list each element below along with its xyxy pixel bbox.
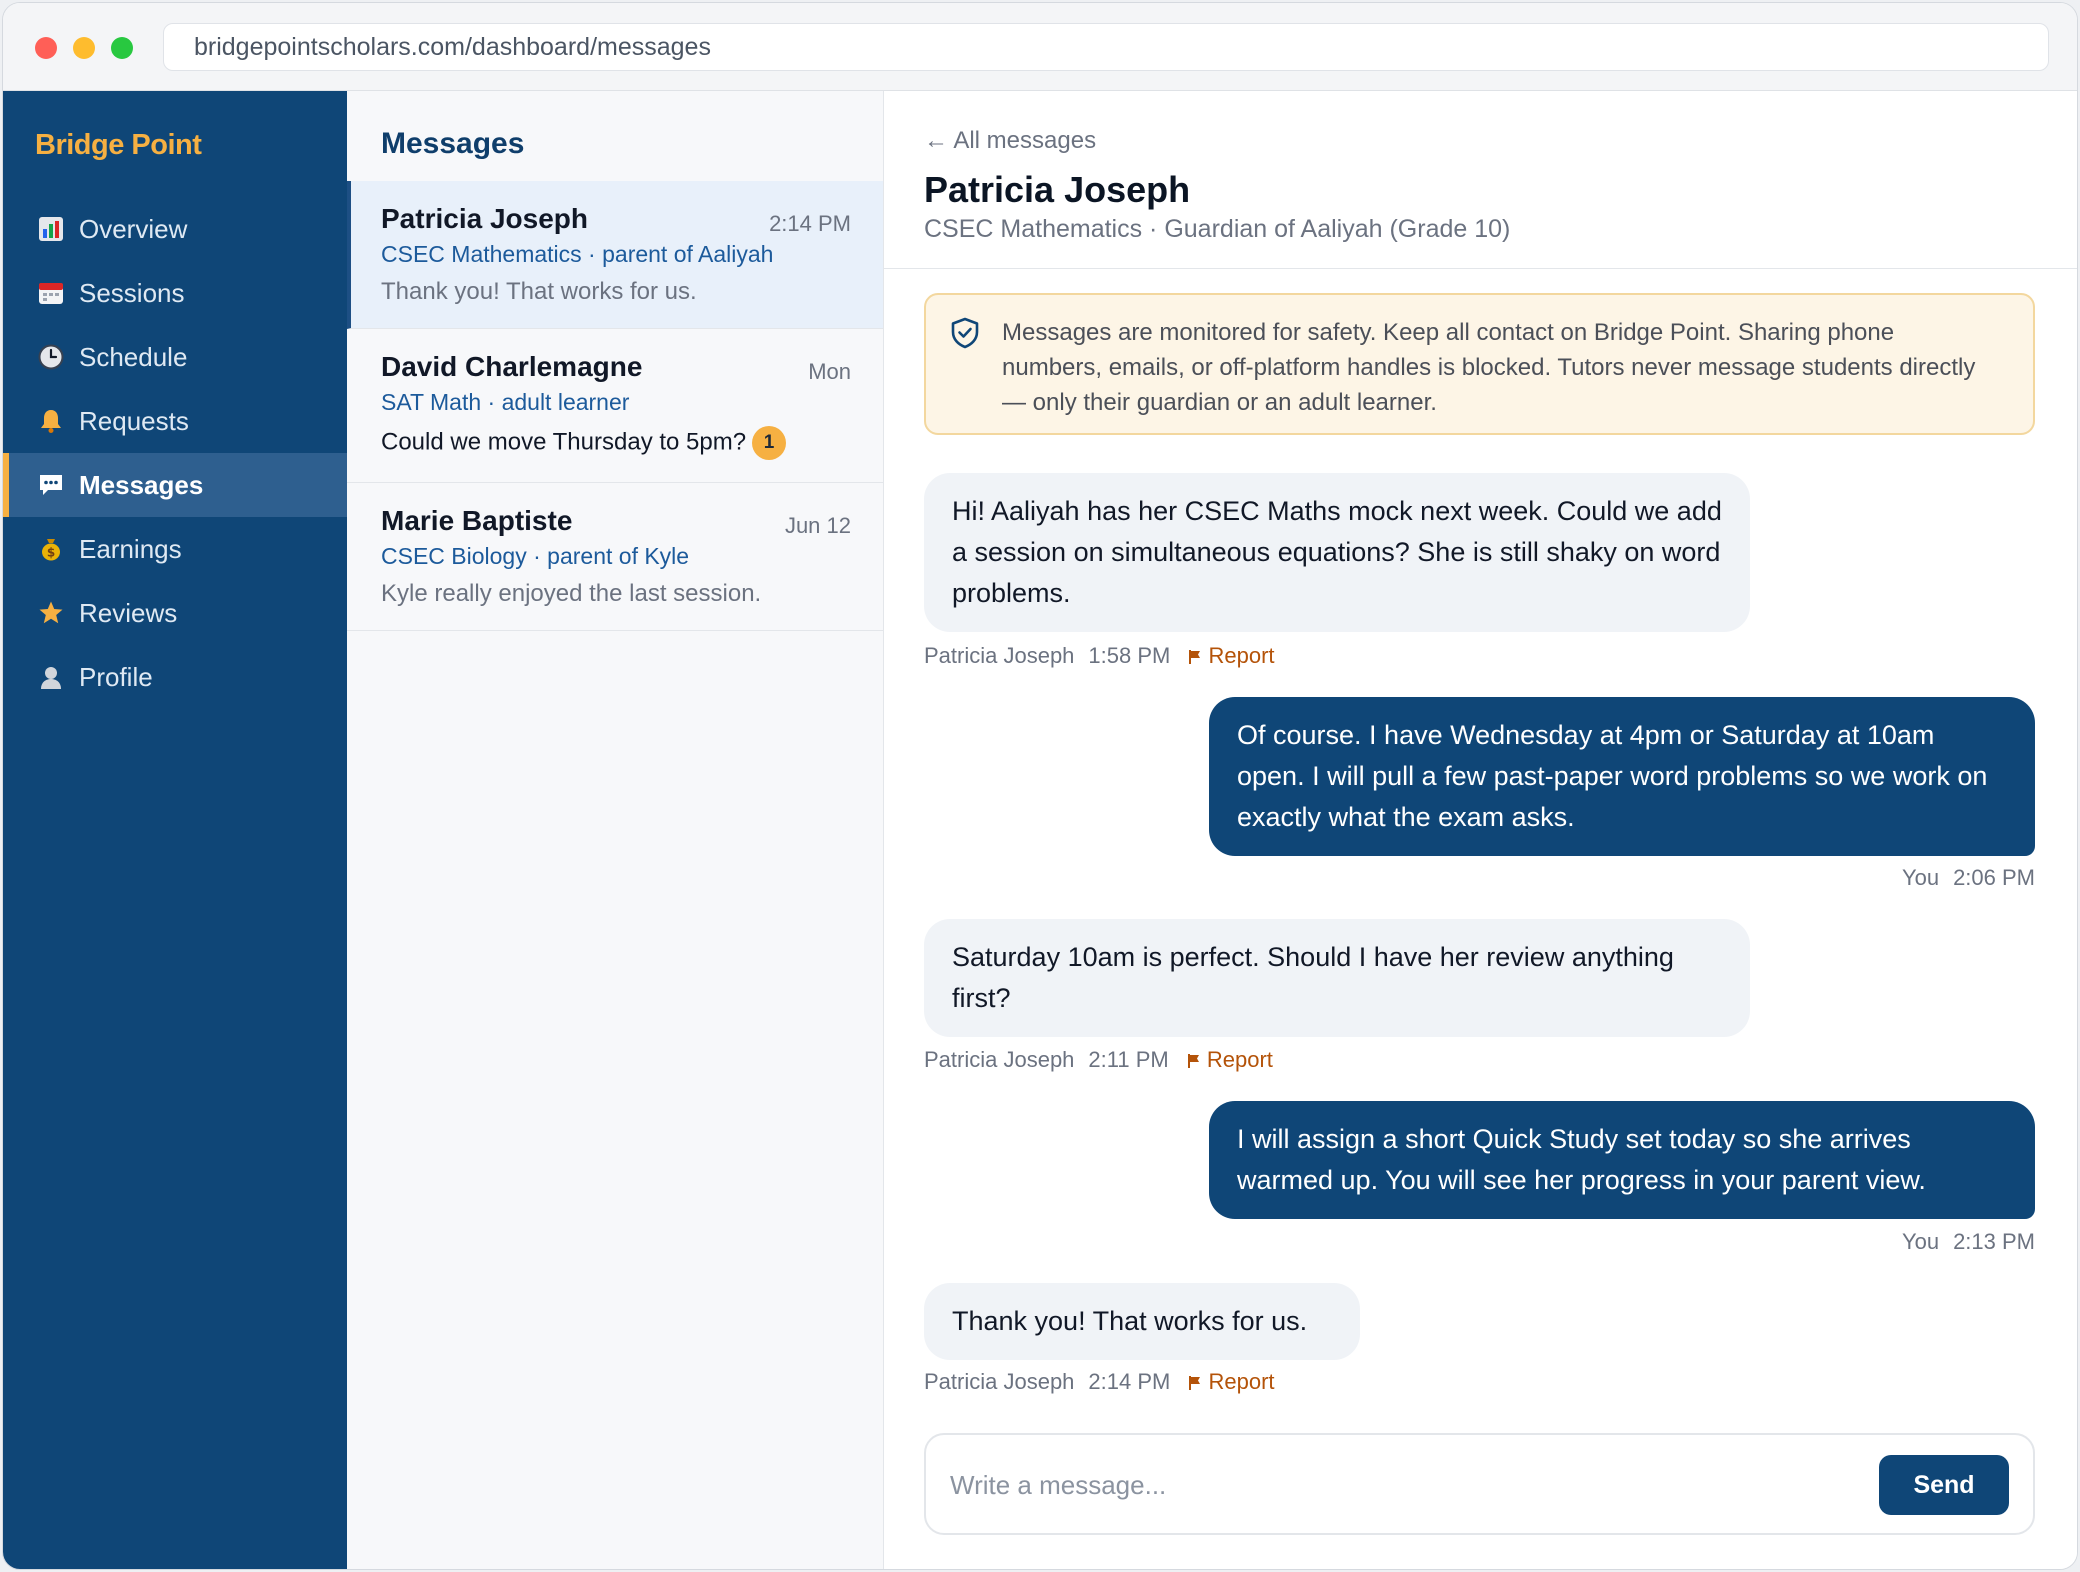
- message-meta: Patricia Joseph 1:58 PM Report: [924, 643, 1275, 669]
- brand-logo[interactable]: Bridge Point: [35, 129, 202, 162]
- thread-list: Patricia Joseph 2:14 PM CSEC Mathematics…: [347, 181, 883, 631]
- report-label: Report: [1206, 1047, 1273, 1072]
- conversation-panel: ← All messages Patricia Joseph CSEC Math…: [884, 91, 2077, 1569]
- conversation-header: ← All messages Patricia Joseph CSEC Math…: [884, 91, 2077, 269]
- message-list-title: Messages: [381, 127, 525, 160]
- sidebar-item-label: Overview: [79, 213, 188, 244]
- svg-text:$: $: [47, 546, 55, 560]
- message-time: 2:13 PM: [1953, 1229, 2035, 1254]
- sidebar-nav: Overview Sessions Schedule Requests Mess…: [3, 197, 347, 709]
- message-bubble-incoming: Saturday 10am is perfect. Should I have …: [924, 919, 1750, 1037]
- browser-chrome: bridgepointscholars.com/dashboard/messag…: [3, 3, 2077, 91]
- thread-preview: Could we move Thursday to 5pm?: [381, 428, 747, 456]
- bell-icon: [37, 407, 65, 435]
- thread-time: Mon: [808, 359, 851, 384]
- sidebar-item-schedule[interactable]: Schedule: [3, 325, 347, 389]
- browser-window: bridgepointscholars.com/dashboard/messag…: [2, 2, 2078, 1570]
- thread-time: 2:14 PM: [769, 211, 851, 236]
- sidebar-item-sessions[interactable]: Sessions: [3, 261, 347, 325]
- sidebar: Bridge Point Overview Sessions Schedule: [3, 91, 347, 1569]
- message-time: 2:11 PM: [1088, 1047, 1169, 1072]
- sidebar-item-label: Reviews: [79, 597, 178, 628]
- message-meta: Patricia Joseph 2:11 PM Report: [924, 1047, 1273, 1073]
- message-sender: You: [1901, 1229, 1940, 1254]
- sidebar-item-label: Sessions: [79, 277, 185, 308]
- thread-item-david-charlemagne[interactable]: David Charlemagne Mon SAT Math · adult l…: [347, 329, 883, 483]
- message-input[interactable]: [950, 1455, 1850, 1515]
- sidebar-item-reviews[interactable]: Reviews: [3, 581, 347, 645]
- message-bubble-outgoing: I will assign a short Quick Study set to…: [1209, 1101, 2035, 1219]
- window-close-button[interactable]: [35, 37, 57, 59]
- report-label: Report: [1208, 643, 1275, 668]
- thread-subject: CSEC Mathematics · parent of Aaliyah: [381, 241, 774, 267]
- message-sender: Patricia Joseph: [924, 1369, 1075, 1394]
- safety-notice-text: Messages are monitored for safety. Keep …: [1002, 319, 1976, 416]
- unread-badge: 1: [752, 426, 787, 460]
- user-icon: [37, 663, 65, 691]
- message-list-panel: Messages Patricia Joseph 2:14 PM CSEC Ma…: [347, 91, 884, 1569]
- bar-chart-icon: [37, 215, 65, 243]
- shield-check-icon: [950, 317, 980, 349]
- message-bubble-incoming: Hi! Aaliyah has her CSEC Maths mock next…: [924, 473, 1750, 632]
- thread-preview: Thank you! That works for us.: [381, 278, 697, 305]
- sidebar-item-label: Profile: [79, 661, 153, 692]
- message-sender: Patricia Joseph: [924, 1047, 1075, 1072]
- flag-icon: [1189, 650, 1201, 664]
- sidebar-item-earnings[interactable]: $ Earnings: [3, 517, 347, 581]
- sidebar-item-requests[interactable]: Requests: [3, 389, 347, 453]
- message-meta: You 2:06 PM: [1902, 865, 2035, 891]
- sidebar-item-label: Schedule: [79, 341, 188, 372]
- window-maximize-button[interactable]: [111, 37, 133, 59]
- window-minimize-button[interactable]: [73, 37, 95, 59]
- message-bubble-outgoing: Of course. I have Wednesday at 4pm or Sa…: [1209, 697, 2035, 856]
- thread-time: Jun 12: [784, 513, 851, 538]
- message-sender: Patricia Joseph: [924, 643, 1075, 668]
- thread-name: Marie Baptiste: [381, 505, 573, 536]
- all-messages-link[interactable]: ← All messages: [924, 127, 1096, 155]
- sidebar-item-messages[interactable]: Messages: [3, 453, 347, 517]
- conversation-contact-name: Patricia Joseph: [924, 169, 1191, 210]
- thread-preview: Kyle really enjoyed the last session.: [381, 580, 762, 607]
- message-time: 1:58 PM: [1088, 643, 1171, 668]
- flag-icon: [1187, 1054, 1199, 1068]
- report-label: Report: [1208, 1369, 1275, 1394]
- star-icon: [37, 599, 65, 627]
- chat-icon: [37, 471, 65, 499]
- message-composer: Send: [924, 1433, 2035, 1535]
- message-time: 2:06 PM: [1953, 865, 2035, 890]
- message-time: 2:14 PM: [1088, 1369, 1171, 1394]
- sidebar-item-label: Messages: [79, 469, 204, 500]
- thread-subject: CSEC Biology · parent of Kyle: [381, 543, 690, 569]
- thread-name: David Charlemagne: [381, 351, 643, 382]
- report-button[interactable]: Report: [1188, 643, 1275, 668]
- message-meta: You 2:13 PM: [1902, 1229, 2035, 1255]
- send-button[interactable]: Send: [1879, 1455, 2009, 1515]
- address-bar[interactable]: bridgepointscholars.com/dashboard/messag…: [163, 23, 2049, 71]
- message-sender: You: [1901, 865, 1940, 890]
- report-button[interactable]: Report: [1188, 1369, 1275, 1394]
- thread-item-marie-baptiste[interactable]: Marie Baptiste Jun 12 CSEC Biology · par…: [347, 483, 883, 631]
- flag-icon: [1189, 1376, 1201, 1390]
- message-meta: Patricia Joseph 2:14 PM Report: [924, 1369, 1275, 1395]
- sidebar-item-overview[interactable]: Overview: [3, 197, 347, 261]
- sidebar-item-label: Earnings: [79, 533, 182, 564]
- thread-subject: SAT Math · adult learner: [381, 389, 630, 415]
- safety-notice: Messages are monitored for safety. Keep …: [924, 293, 2035, 435]
- money-bag-icon: $: [37, 535, 65, 563]
- thread-item-patricia-joseph[interactable]: Patricia Joseph 2:14 PM CSEC Mathematics…: [347, 181, 883, 329]
- calendar-icon: [37, 279, 65, 307]
- sidebar-item-profile[interactable]: Profile: [3, 645, 347, 709]
- report-button[interactable]: Report: [1187, 1047, 1273, 1072]
- sidebar-item-label: Requests: [79, 405, 189, 436]
- thread-preview-row: Could we move Thursday to 5pm? 1: [381, 426, 849, 460]
- conversation-contact-subtitle: CSEC Mathematics · Guardian of Aaliyah (…: [924, 215, 1511, 243]
- message-bubble-incoming: Thank you! That works for us.: [924, 1283, 1360, 1360]
- clock-icon: [37, 343, 65, 371]
